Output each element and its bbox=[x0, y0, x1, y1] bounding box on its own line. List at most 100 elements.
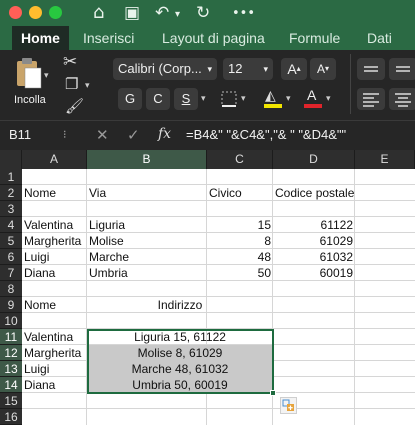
row-header[interactable]: 11 bbox=[0, 329, 22, 345]
tab-home[interactable]: Home bbox=[12, 26, 69, 50]
cell-d5[interactable]: 61029 bbox=[273, 233, 355, 249]
borders-button[interactable] bbox=[220, 90, 240, 108]
auto-fill-options-button[interactable] bbox=[280, 397, 297, 414]
cell-b4[interactable]: Liguria bbox=[87, 217, 207, 233]
underline-dropdown-icon[interactable]: ▾ bbox=[201, 93, 206, 104]
cut-icon[interactable]: ✂ bbox=[63, 52, 77, 72]
row-header[interactable]: 2 bbox=[0, 185, 22, 201]
row-header[interactable]: 8 bbox=[0, 281, 22, 297]
cell-a11[interactable]: Valentina bbox=[22, 329, 87, 345]
row-header[interactable]: 7 bbox=[0, 265, 22, 281]
row-header[interactable]: 6 bbox=[0, 249, 22, 265]
column-header-c[interactable]: C bbox=[207, 150, 273, 169]
align-middle-button[interactable] bbox=[389, 58, 415, 80]
row-header[interactable]: 4 bbox=[0, 217, 22, 233]
bold-button[interactable]: G bbox=[118, 88, 142, 110]
cell-a9[interactable]: Nome bbox=[22, 297, 87, 313]
cell-a12[interactable]: Margherita bbox=[22, 345, 87, 361]
more-icon[interactable]: ••• bbox=[232, 4, 255, 24]
close-window-button[interactable] bbox=[9, 6, 22, 19]
grow-font-button[interactable]: A▴ bbox=[281, 58, 307, 80]
cell-a5[interactable]: Margherita bbox=[22, 233, 87, 249]
zoom-window-button[interactable] bbox=[49, 6, 62, 19]
tab-layout-di-pagina[interactable]: Layout di pagina bbox=[153, 26, 274, 50]
format-painter-icon[interactable]: 🖌 bbox=[65, 96, 84, 116]
cell-c7[interactable]: 50 bbox=[207, 265, 273, 281]
font-color-dropdown-icon[interactable]: ▾ bbox=[326, 93, 331, 104]
paste-dropdown-icon[interactable]: ▾ bbox=[44, 70, 49, 81]
paste-button[interactable]: ▾ Incolla bbox=[10, 56, 52, 112]
column-header-e[interactable]: E bbox=[355, 150, 415, 169]
ribbon-home: ▾ Incolla ✂ ❐ ▾ 🖌 Calibri (Corp... ▾ 12 … bbox=[0, 50, 415, 120]
cell-b6[interactable]: Marche bbox=[87, 249, 207, 265]
tab-dati[interactable]: Dati bbox=[358, 26, 401, 50]
shrink-font-glyph: A bbox=[316, 62, 325, 76]
cancel-formula-icon[interactable]: ✕ bbox=[96, 126, 109, 144]
cell-b2[interactable]: Via bbox=[87, 185, 207, 201]
fill-color-button[interactable]: ◭ bbox=[263, 87, 283, 109]
row-header[interactable]: 9 bbox=[0, 297, 22, 313]
cell-a2[interactable]: Nome bbox=[22, 185, 87, 201]
column-header-d[interactable]: D bbox=[273, 150, 355, 169]
fill-handle[interactable] bbox=[270, 390, 276, 396]
column-header-a[interactable]: A bbox=[22, 150, 87, 169]
column-header-b[interactable]: B bbox=[87, 150, 207, 169]
select-all-corner[interactable] bbox=[0, 150, 22, 169]
cell-d4[interactable]: 61122 bbox=[273, 217, 355, 233]
align-left-button[interactable] bbox=[357, 88, 385, 110]
font-color-glyph: A bbox=[307, 87, 317, 103]
undo-dropdown-icon[interactable]: ▾ bbox=[175, 5, 180, 25]
name-box-dropdown-icon[interactable]: ⁝ bbox=[63, 128, 67, 141]
cell-a13[interactable]: Luigi bbox=[22, 361, 87, 377]
minimize-window-button[interactable] bbox=[29, 6, 42, 19]
tab-formule[interactable]: Formule bbox=[280, 26, 349, 50]
formula-input[interactable]: =B4&" "&C4&","& " "&D4&"" bbox=[180, 124, 413, 146]
row-header[interactable]: 15 bbox=[0, 393, 22, 409]
cell-b9[interactable]: Indirizzo bbox=[87, 297, 273, 313]
cell-c4[interactable]: 15 bbox=[207, 217, 273, 233]
cell-c6[interactable]: 48 bbox=[207, 249, 273, 265]
align-center-button[interactable] bbox=[389, 88, 415, 110]
home-icon[interactable]: ⌂ bbox=[93, 3, 104, 23]
redo-icon[interactable]: ↻ bbox=[196, 3, 210, 23]
cell-c5[interactable]: 8 bbox=[207, 233, 273, 249]
cell-b7[interactable]: Umbria bbox=[87, 265, 207, 281]
cell-d7[interactable]: 60019 bbox=[273, 265, 355, 281]
insert-function-icon[interactable]: fx bbox=[158, 126, 171, 142]
copy-icon[interactable]: ❐ bbox=[65, 74, 78, 94]
cell-d2[interactable]: Codice postale bbox=[273, 185, 355, 201]
title-bar: ⌂ ▣ ↶ ▾ ↻ ••• bbox=[0, 0, 415, 26]
cell-b5[interactable]: Molise bbox=[87, 233, 207, 249]
row-header[interactable]: 10 bbox=[0, 313, 22, 329]
font-name-select[interactable]: Calibri (Corp... ▾ bbox=[113, 58, 217, 80]
tab-inserisci[interactable]: Inserisci bbox=[74, 26, 143, 50]
cell-a14[interactable]: Diana bbox=[22, 377, 87, 393]
clipboard-icon bbox=[17, 58, 42, 89]
row-header[interactable]: 1 bbox=[0, 169, 22, 185]
underline-button[interactable]: S bbox=[174, 88, 198, 110]
undo-icon[interactable]: ↶ bbox=[155, 3, 169, 23]
row-header[interactable]: 12 bbox=[0, 345, 22, 361]
row-header[interactable]: 5 bbox=[0, 233, 22, 249]
borders-dropdown-icon[interactable]: ▾ bbox=[241, 93, 246, 104]
cell-a4[interactable]: Valentina bbox=[22, 217, 87, 233]
save-icon[interactable]: ▣ bbox=[124, 3, 140, 23]
align-top-button[interactable] bbox=[357, 58, 385, 80]
cell-d6[interactable]: 61032 bbox=[273, 249, 355, 265]
row-header[interactable]: 13 bbox=[0, 361, 22, 377]
cell-a6[interactable]: Luigi bbox=[22, 249, 87, 265]
row-header[interactable]: 16 bbox=[0, 409, 22, 425]
cell-a7[interactable]: Diana bbox=[22, 265, 87, 281]
fill-color-dropdown-icon[interactable]: ▾ bbox=[286, 93, 291, 104]
shrink-font-button[interactable]: A▾ bbox=[310, 58, 336, 80]
copy-dropdown-icon[interactable]: ▾ bbox=[85, 76, 90, 96]
name-box[interactable]: B11 bbox=[0, 121, 58, 150]
font-color-button[interactable]: A bbox=[303, 87, 323, 109]
row-header[interactable]: 3 bbox=[0, 201, 22, 217]
cell-c2[interactable]: Civico bbox=[207, 185, 273, 201]
confirm-formula-icon[interactable]: ✓ bbox=[127, 126, 140, 144]
italic-button[interactable]: C bbox=[146, 88, 170, 110]
spreadsheet-grid[interactable]: A B C D E 1 2 3 4 5 6 7 8 9 10 11 12 13 … bbox=[0, 150, 415, 425]
font-size-select[interactable]: 12 ▾ bbox=[223, 58, 273, 80]
row-header[interactable]: 14 bbox=[0, 377, 22, 393]
